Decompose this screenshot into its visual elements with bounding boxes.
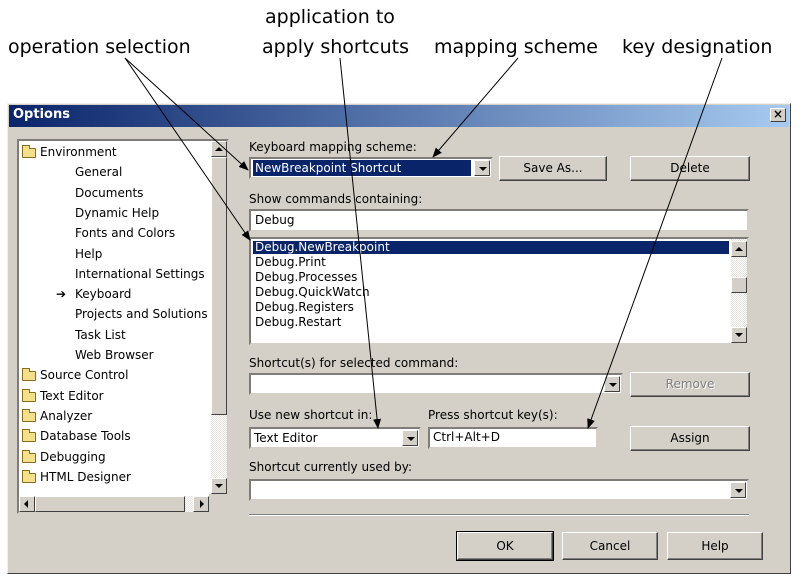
tree-item[interactable]: Projects and Solutions: [19, 305, 209, 323]
tree-hscroll-thumb[interactable]: [35, 496, 185, 512]
folder-open-icon: [22, 145, 36, 158]
use-new-shortcut-combo[interactable]: Text Editor: [249, 427, 421, 449]
tree-item[interactable]: Web Browser: [19, 346, 209, 364]
tree-item-label: Environment: [40, 145, 117, 159]
tree-item-label: Documents: [75, 185, 144, 200]
assign-button[interactable]: Assign: [630, 426, 750, 451]
command-item[interactable]: Debug.Registers: [253, 301, 729, 314]
currently-used-label: Shortcut currently used by:: [249, 460, 413, 474]
separator: [249, 514, 749, 516]
caption-application-line1: application to: [265, 6, 395, 28]
tree-item[interactable]: International Settings: [19, 265, 209, 283]
show-commands-label: Show commands containing:: [249, 192, 423, 206]
tree-item-label: Fonts and Colors: [75, 226, 176, 241]
tree-item[interactable]: Dynamic Help: [19, 204, 209, 222]
folder-icon: [22, 449, 36, 463]
current-page-arrow-icon: ➔: [56, 287, 67, 302]
use-new-shortcut-value: Text Editor: [254, 431, 318, 445]
shortcuts-for-command-label: Shortcut(s) for selected command:: [249, 356, 459, 370]
tree-item[interactable]: Environment: [19, 143, 209, 161]
command-item[interactable]: Debug.NewBreakpoint: [253, 241, 729, 254]
chevron-down-icon[interactable]: [604, 376, 620, 392]
tree-item[interactable]: Source Control: [19, 366, 209, 384]
shortcuts-for-command-combo[interactable]: [249, 373, 623, 395]
tree-item[interactable]: Documents: [19, 184, 209, 202]
caption-application-line2: apply shortcuts: [262, 36, 409, 58]
options-dialog: Options × Environment General Documents Dyn…: [7, 103, 791, 574]
folder-icon: [22, 388, 36, 402]
remove-button[interactable]: Remove: [630, 372, 750, 397]
tree-item-label: Dynamic Help: [75, 205, 160, 220]
tree-item[interactable]: Fonts and Colors: [19, 224, 209, 242]
caption-key-designation: key designation: [622, 36, 773, 58]
tree-scroll-left-icon[interactable]: [19, 496, 35, 512]
tree-scroll-right-icon[interactable]: [193, 496, 209, 512]
command-item[interactable]: Debug.Processes: [253, 271, 729, 284]
chevron-down-icon[interactable]: [402, 430, 418, 446]
tree-item[interactable]: Help: [19, 245, 209, 263]
tree-item-label: Text Editor: [40, 388, 104, 403]
close-icon: ×: [772, 107, 784, 121]
shortcut-key-input[interactable]: Ctrl+Alt+D: [428, 427, 598, 449]
tree-scroll-up-icon[interactable]: [211, 141, 227, 157]
command-scroll-thumb[interactable]: [731, 277, 747, 293]
chevron-down-icon[interactable]: [474, 160, 490, 176]
command-scroll-up-icon[interactable]: [731, 241, 747, 257]
delete-button[interactable]: Delete: [630, 156, 750, 181]
folder-icon: [22, 429, 36, 443]
title-bar[interactable]: Options ×: [9, 105, 789, 127]
command-item[interactable]: Debug.QuickWatch: [253, 286, 729, 299]
mapping-scheme-combo[interactable]: NewBreakpoint Shortcut: [249, 157, 493, 179]
command-item[interactable]: Debug.Restart: [253, 316, 729, 329]
close-button[interactable]: ×: [770, 108, 786, 122]
folder-icon: [22, 469, 36, 483]
tree-item-label: General: [75, 165, 123, 180]
tree-item-label: Projects and Solutions: [75, 307, 208, 322]
tree-scroll-thumb[interactable]: [211, 157, 227, 415]
tree-item-label: Debugging: [40, 449, 106, 464]
press-shortcut-label: Press shortcut key(s):: [428, 408, 558, 422]
caption-mapping-scheme: mapping scheme: [434, 36, 598, 58]
tree-item[interactable]: Text Editor: [19, 387, 209, 405]
tree-item-label: Task List: [75, 327, 126, 342]
tree-item-label: Database Tools: [40, 429, 131, 444]
tree-scroll-down-icon[interactable]: [211, 478, 227, 494]
scroll-corner: [209, 494, 227, 512]
chevron-down-icon[interactable]: [730, 482, 746, 498]
command-scroll-down-icon[interactable]: [731, 327, 747, 343]
tree-item[interactable]: Task List: [19, 326, 209, 344]
tree-item-label: International Settings: [75, 266, 205, 281]
tree-items: Environment General Documents Dynamic Help F…: [19, 141, 209, 494]
mapping-scheme-value: NewBreakpoint Shortcut: [253, 160, 471, 176]
command-item[interactable]: Debug.Print: [253, 256, 729, 269]
dialog-title: Options: [13, 107, 70, 122]
tree-item-label: Help: [75, 246, 103, 261]
tree-item-label: Web Browser: [75, 348, 154, 362]
tree-item-label: Analyzer: [40, 408, 93, 423]
tree-item[interactable]: HTML Designer: [19, 468, 209, 486]
tree-item[interactable]: Database Tools: [19, 427, 209, 445]
tree-item-label: Source Control: [40, 368, 129, 383]
caption-operation-selection: operation selection: [8, 36, 191, 58]
ok-button[interactable]: OK: [456, 531, 554, 561]
currently-used-combo[interactable]: [249, 479, 749, 501]
folder-icon: [22, 408, 36, 422]
save-as-button[interactable]: Save As...: [499, 156, 607, 181]
show-commands-input[interactable]: Debug: [249, 209, 749, 232]
category-tree[interactable]: Environment General Documents Dynamic Help F…: [17, 139, 229, 514]
tree-item[interactable]: Analyzer: [19, 407, 209, 425]
tree-item[interactable]: ➔ Keyboard: [19, 285, 209, 303]
command-list[interactable]: Debug.NewBreakpoint Debug.Print Debug.Proc…: [249, 237, 749, 345]
folder-icon: [22, 368, 36, 382]
tree-item[interactable]: General: [19, 163, 209, 181]
tree-item-label: HTML Designer: [40, 469, 131, 484]
help-button[interactable]: Help: [667, 532, 763, 560]
use-new-shortcut-label: Use new shortcut in:: [249, 408, 373, 422]
tree-item-label: Keyboard: [75, 287, 132, 302]
tree-item[interactable]: Debugging: [19, 448, 209, 466]
cancel-button[interactable]: Cancel: [562, 532, 658, 560]
mapping-scheme-label: Keyboard mapping scheme:: [249, 140, 417, 154]
